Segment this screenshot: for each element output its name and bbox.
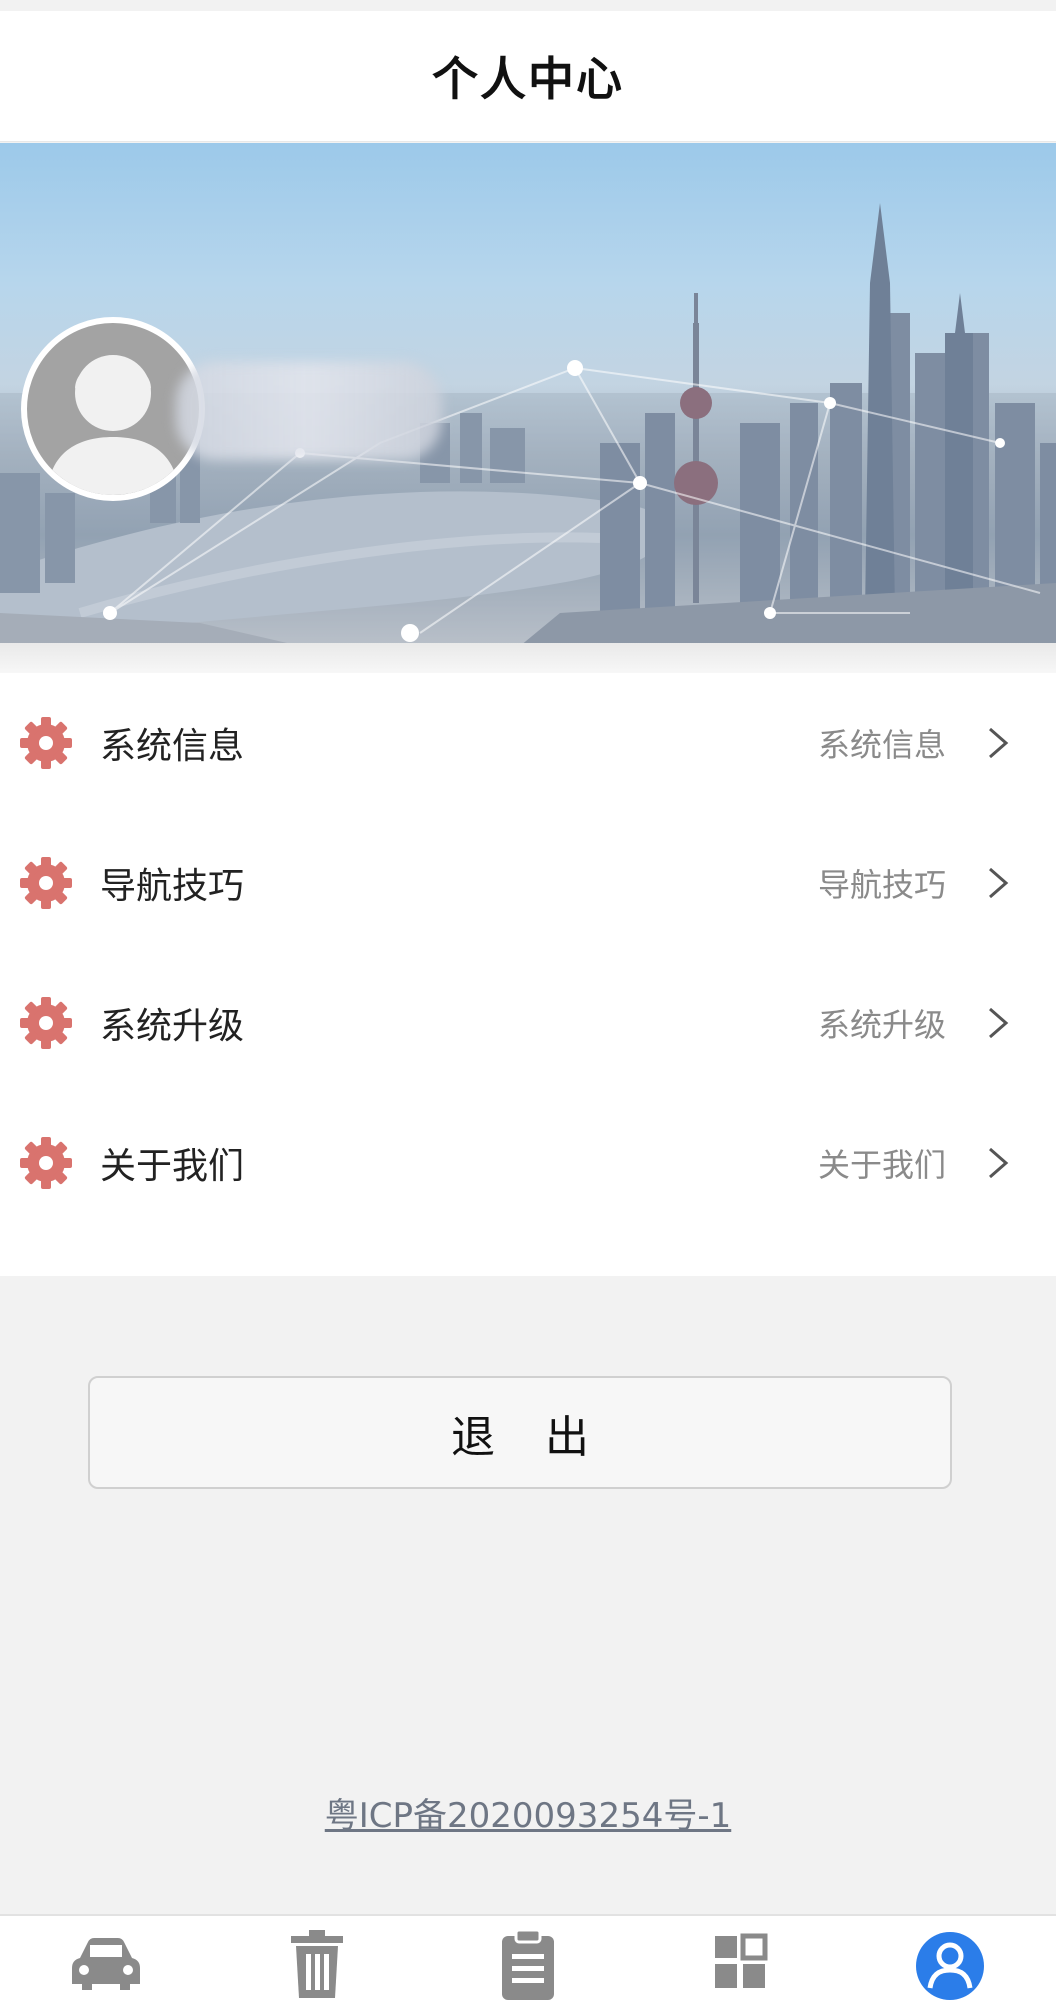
chevron-right-icon [989,867,1009,899]
menu-item-label: 系统信息 [100,726,245,767]
grid-icon [715,1933,768,1988]
menu-item-value: 系统信息 [817,726,946,764]
gear-icon [20,997,72,1049]
menu-item-value: 关于我们 [817,1146,946,1184]
menu-item-value: 系统升级 [817,1006,946,1044]
user-icon [916,1932,984,2000]
status-strip [0,0,1056,11]
tab-car[interactable] [0,1916,211,2012]
tab-trash[interactable] [211,1916,422,2012]
icp-link[interactable]: 粤ICP备2020093254号-1 [0,1788,1056,1837]
tab-grid[interactable] [633,1916,844,2012]
tab-my[interactable] [844,1916,1055,2012]
gear-icon [20,717,72,769]
gear-icon [20,1137,72,1189]
trash-icon [291,1930,343,1998]
menu-item-navigation-tips[interactable]: 导航技巧 导航技巧 [0,813,1056,953]
bottom-tab-bar [0,1914,1056,2012]
car-icon [72,1938,140,1990]
menu-item-label: 系统升级 [100,1006,245,1047]
page-title: 个人中心 [432,52,624,106]
menu-item-label: 关于我们 [100,1146,245,1187]
menu-item-value: 导航技巧 [817,866,946,904]
chevron-right-icon [989,1007,1009,1039]
menu-item-label: 导航技巧 [100,866,245,907]
avatar-placeholder-icon [47,355,179,495]
menu-item-system-upgrade[interactable]: 系统升级 系统升级 [0,953,1056,1093]
clipboard-icon [502,1928,554,2000]
gear-icon [20,857,72,909]
menu-item-system-info[interactable]: 系统信息 系统信息 [0,673,1056,813]
menu-item-about-us[interactable]: 关于我们 关于我们 [0,1093,1056,1233]
logout-button[interactable]: 退 出 [88,1376,952,1489]
settings-menu: 系统信息 系统信息 导航技巧 导航技巧 系统升级 系统升级 关于我们 关于我们 [0,673,1056,1276]
username-blurred [176,362,442,460]
chevron-right-icon [989,1147,1009,1179]
banner-shadow [0,643,1056,673]
chevron-right-icon [989,727,1009,759]
navbar: 个人中心 [0,11,1056,142]
tab-clipboard[interactable] [422,1916,633,2012]
